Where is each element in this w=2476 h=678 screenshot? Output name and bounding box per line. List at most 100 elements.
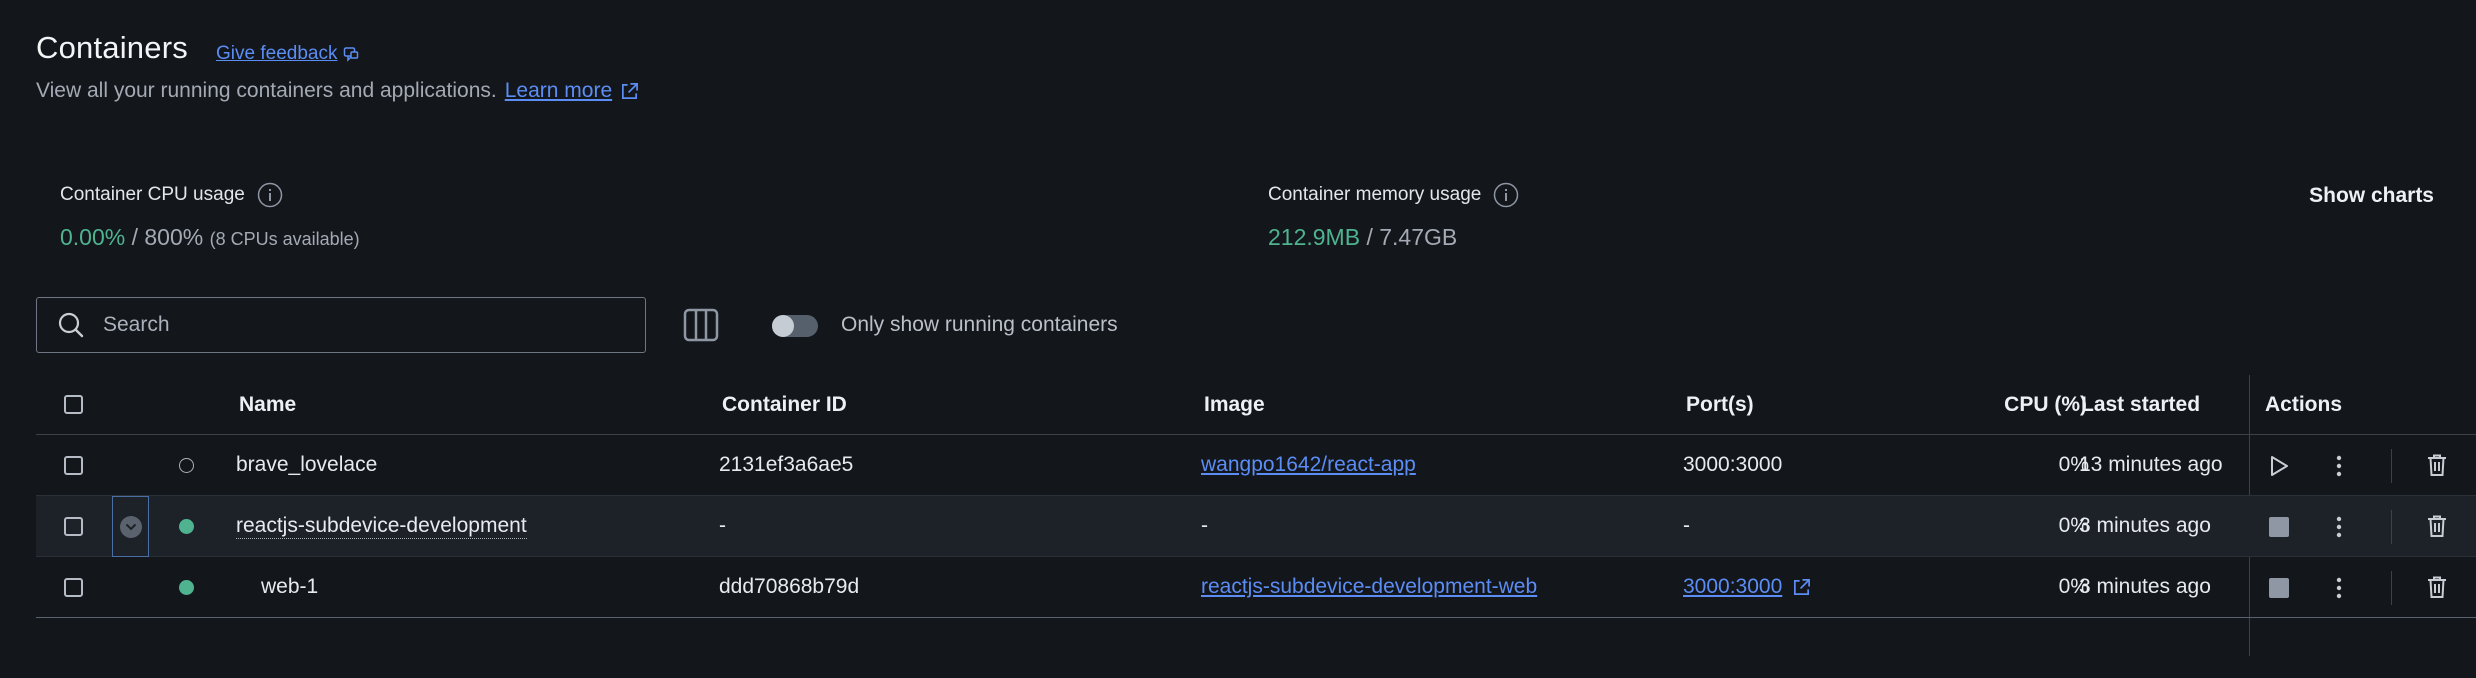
search-box[interactable] <box>36 297 646 353</box>
status-cell <box>179 496 194 556</box>
memory-usage-label: Container memory usage <box>1268 182 1519 208</box>
trash-glyph <box>2428 576 2446 598</box>
play-icon-glyph <box>2271 456 2288 476</box>
column-header-container-id[interactable]: Container ID <box>722 375 847 434</box>
trash-icon[interactable] <box>2424 513 2450 539</box>
ports-value: 3000:3000 <box>1683 453 1783 476</box>
cpu-available: (8 CPUs available) <box>209 229 360 249</box>
trash-icon[interactable] <box>2424 452 2450 478</box>
search-icon <box>58 312 84 338</box>
actions-separator <box>2391 449 2392 483</box>
stop-icon[interactable] <box>2266 514 2292 540</box>
cpu-total: / 800% <box>125 224 204 250</box>
stop-glyph <box>2269 578 2289 598</box>
row-checkbox[interactable] <box>64 455 83 475</box>
status-cell <box>179 435 194 495</box>
toggle-knob <box>772 315 794 337</box>
cpu-usage-label: Container CPU usage <box>60 182 283 208</box>
table-row[interactable]: brave_lovelace 2131ef3a6ae5 wangpo1642/r… <box>36 435 2476 496</box>
compose-name-cell: reactjs-subdevice-development <box>236 496 527 556</box>
feedback-icon <box>344 47 359 62</box>
column-header-actions: Actions <box>2265 392 2343 416</box>
running-only-toggle[interactable] <box>772 315 818 337</box>
container-name[interactable]: reactjs-subdevice-development <box>236 513 527 540</box>
column-header-name[interactable]: Name <box>239 375 296 434</box>
row-select-cell <box>64 435 83 495</box>
container-name[interactable]: web-1 <box>261 557 318 617</box>
learn-more-link[interactable]: Learn more <box>505 79 639 103</box>
status-indicator-running <box>179 518 194 534</box>
memory-usage-value: 212.9MB / 7.47GB <box>1268 224 1457 251</box>
trash-glyph <box>2428 515 2446 537</box>
cpu-used: 0.00% <box>60 224 126 250</box>
container-id: ddd70868b79d <box>719 575 860 598</box>
ports-cell: 3000:3000 <box>1683 557 1811 617</box>
port-link[interactable]: 3000:3000 <box>1683 575 1782 599</box>
table-row[interactable]: reactjs-subdevice-development - - - 0% 3… <box>36 496 2476 557</box>
row-select-cell <box>64 557 83 617</box>
row-checkbox[interactable] <box>64 516 83 536</box>
select-all-checkbox[interactable] <box>64 395 83 414</box>
table-row[interactable]: web-1 ddd70868b79d reactjs-subdevice-dev… <box>36 557 2476 618</box>
page-subtitle: View all your running containers and app… <box>36 79 639 103</box>
running-only-label: Only show running containers <box>841 313 1118 336</box>
actions-separator <box>2391 510 2392 544</box>
memory-used: 212.9MB <box>1268 224 1361 250</box>
info-icon[interactable] <box>1493 182 1519 208</box>
chevron-down-icon <box>119 515 142 538</box>
image-value: - <box>1201 514 1208 537</box>
columns-icon[interactable] <box>683 308 719 342</box>
give-feedback-label: Give feedback <box>216 43 338 64</box>
select-all-cell <box>64 375 83 434</box>
external-link-icon[interactable] <box>1792 578 1811 597</box>
subtitle-text: View all your running containers and app… <box>36 79 497 102</box>
more-vertical-icon[interactable] <box>2326 514 2352 540</box>
search-input[interactable] <box>103 313 603 337</box>
stop-glyph <box>2269 517 2289 537</box>
container-id: - <box>719 514 726 537</box>
expand-toggle[interactable] <box>112 496 149 557</box>
memory-total: / 7.47GB <box>1360 224 1458 250</box>
cpu-usage-label-text: Container CPU usage <box>60 184 245 205</box>
trash-icon[interactable] <box>2424 574 2450 600</box>
cpu-value: 0% <box>2058 514 2089 537</box>
more-vertical-icon[interactable] <box>2326 575 2352 601</box>
give-feedback-link[interactable]: Give feedback <box>216 43 359 65</box>
image-link[interactable]: reactjs-subdevice-development-web <box>1201 557 1537 617</box>
ports-value: - <box>1683 514 1690 537</box>
cpu-value: 0% <box>2058 575 2089 598</box>
more-vertical-glyph <box>2336 577 2342 599</box>
column-header-last-started[interactable]: Last started <box>2081 375 2200 434</box>
page-title: Containers <box>36 30 188 65</box>
column-header-cpu[interactable]: CPU (%) <box>1936 375 2087 434</box>
last-started: 3 minutes ago <box>2079 575 2211 598</box>
table-header: Name Container ID Image Port(s) CPU (%) … <box>36 375 2476 435</box>
trash-glyph <box>2428 454 2446 476</box>
last-started: 3 minutes ago <box>2079 514 2211 537</box>
row-select-cell <box>64 496 83 556</box>
column-header-ports[interactable]: Port(s) <box>1686 375 1754 434</box>
learn-more-label: Learn more <box>504 79 613 102</box>
last-started: 13 minutes ago <box>2079 453 2223 476</box>
play-icon[interactable] <box>2266 453 2292 479</box>
container-name[interactable]: brave_lovelace <box>236 435 377 495</box>
status-cell <box>179 557 194 617</box>
external-link-icon <box>622 82 639 99</box>
stop-icon[interactable] <box>2266 575 2292 601</box>
status-indicator-running <box>179 579 194 595</box>
info-icon[interactable] <box>257 182 283 208</box>
image-link[interactable]: wangpo1642/react-app <box>1201 435 1416 495</box>
container-id: 2131ef3a6ae5 <box>719 453 854 476</box>
containers-page: Containers Give feedback View all your r… <box>0 0 2476 678</box>
more-vertical-icon[interactable] <box>2326 453 2352 479</box>
actions-separator <box>2391 571 2392 605</box>
memory-usage-label-text: Container memory usage <box>1268 184 1482 205</box>
cpu-value: 0% <box>2058 453 2089 476</box>
column-header-image[interactable]: Image <box>1204 375 1265 434</box>
row-checkbox[interactable] <box>64 577 83 597</box>
cpu-usage-value: 0.00% / 800% (8 CPUs available) <box>60 224 360 251</box>
more-vertical-glyph <box>2336 516 2342 538</box>
status-indicator-stopped <box>179 457 194 473</box>
more-vertical-glyph <box>2336 455 2342 477</box>
show-charts-button[interactable]: Show charts <box>2309 184 2434 208</box>
